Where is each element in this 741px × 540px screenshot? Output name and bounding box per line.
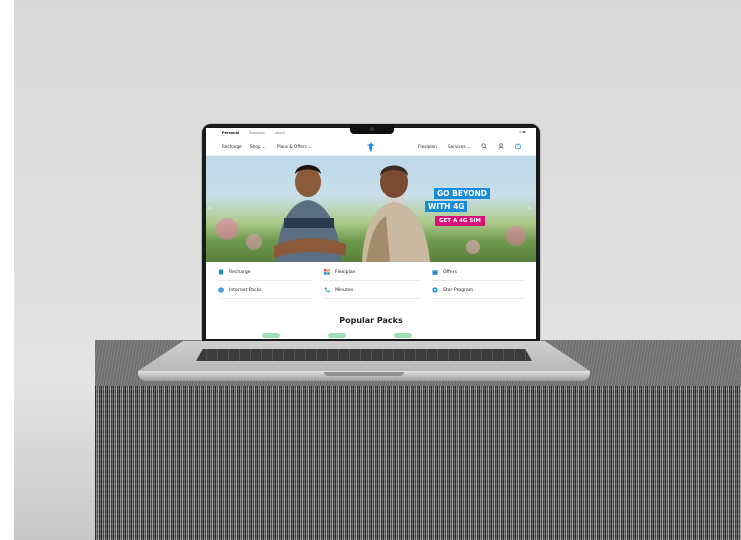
hero-headline-2: WITH 4G [425,201,468,212]
gift-icon [432,270,438,275]
flower-bokeh [466,240,480,254]
nav-services[interactable]: Services ⌄ [448,144,471,149]
quick-link-internet-packs[interactable]: Internet Packs [218,282,313,299]
sim-card-icon [219,269,223,275]
carousel-prev-icon[interactable]: ‹ [208,204,211,212]
quick-link-flexiplan[interactable]: Flexiplan [324,264,420,281]
popular-packs-heading: Popular Packs [339,316,403,325]
webcam-icon [370,127,374,131]
laptop-screen: Personal Business About ▭▬ Recharge Shop… [206,128,536,339]
tab-business[interactable]: Business [249,131,264,135]
hero-banner[interactable]: GO BEYOND WITH 4G GET A 4G SIM ‹ › [206,156,536,262]
keyboard [196,349,532,361]
globe-icon [218,287,224,293]
star-gear-icon [432,287,438,293]
pack-card[interactable] [262,333,280,338]
popular-packs-row [206,332,536,339]
quick-link-offers[interactable]: Offers [432,264,524,281]
quick-link-label: Internet Packs [229,287,262,293]
flower-bokeh [216,218,238,240]
flower-bokeh [506,226,526,246]
plinth-front [95,386,741,540]
pack-card[interactable] [328,333,346,338]
search-icon[interactable] [481,143,487,149]
quick-links-grid: Recharge Flexiplan Offers Internet Packs… [206,262,536,302]
status-icon: ▭▬ [519,130,526,134]
laptop-base [138,341,590,381]
phone-icon [324,287,330,293]
tab-about[interactable]: About [275,131,285,135]
quick-link-label: Flexiplan [335,269,356,275]
tab-personal[interactable]: Personal [222,131,239,135]
pack-card[interactable] [394,333,412,338]
hero-cta-button[interactable]: GET A 4G SIM [435,216,485,226]
main-nav: Recharge Shop ⌄ Plans & Offers ⌄ Flexipl… [206,139,536,156]
hero-headline-1: GO BEYOND [434,188,491,199]
quick-link-label: Recharge [229,269,251,275]
nav-shop[interactable]: Shop ⌄ [250,144,265,149]
quick-link-recharge[interactable]: Recharge [218,264,313,281]
old-man-photo [362,165,430,262]
carousel-next-icon[interactable]: › [528,204,531,212]
quick-link-label: Star Program [443,287,474,293]
nav-flexiplan[interactable]: Flexiplan [418,144,437,149]
young-man-photo [274,165,346,262]
quick-link-minutes[interactable]: Minutes [324,282,420,299]
quick-link-label: Offers [443,269,457,275]
nav-recharge[interactable]: Recharge [222,144,242,149]
cart-icon[interactable] [515,143,521,149]
quick-link-label: Minutes [335,287,354,293]
quick-link-star-program[interactable]: Star Program [432,282,524,299]
flower-bokeh [246,234,262,250]
lid-notch [324,372,404,376]
grid-icon [324,269,330,275]
user-icon[interactable] [498,143,504,149]
nav-plans-offers[interactable]: Plans & Offers ⌄ [277,144,312,149]
telenor-logo-icon[interactable] [365,141,377,153]
